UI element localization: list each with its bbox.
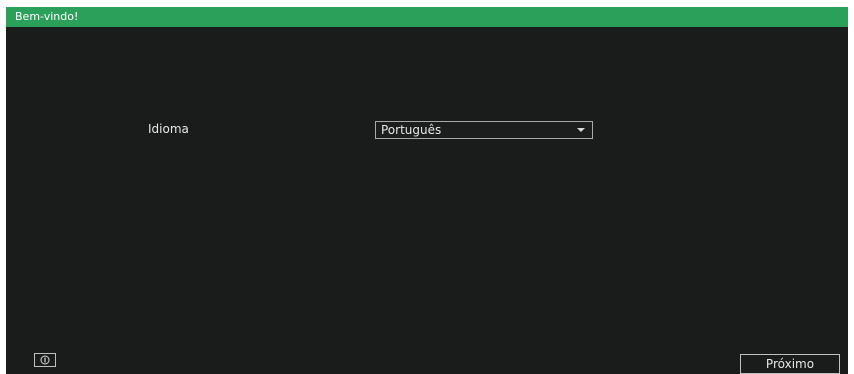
info-icon xyxy=(40,355,50,365)
language-label: Idioma xyxy=(148,122,189,136)
title-bar: Bem-vindo! xyxy=(6,7,848,27)
chevron-down-icon xyxy=(577,128,585,132)
language-selected-value: Português xyxy=(381,123,442,137)
next-button[interactable]: Próximo xyxy=(740,354,840,374)
window-title: Bem-vindo! xyxy=(15,10,79,23)
info-button[interactable] xyxy=(34,353,56,367)
language-select[interactable]: Português xyxy=(375,121,593,139)
welcome-window: Bem-vindo! Idioma Português Próximo xyxy=(6,7,848,374)
